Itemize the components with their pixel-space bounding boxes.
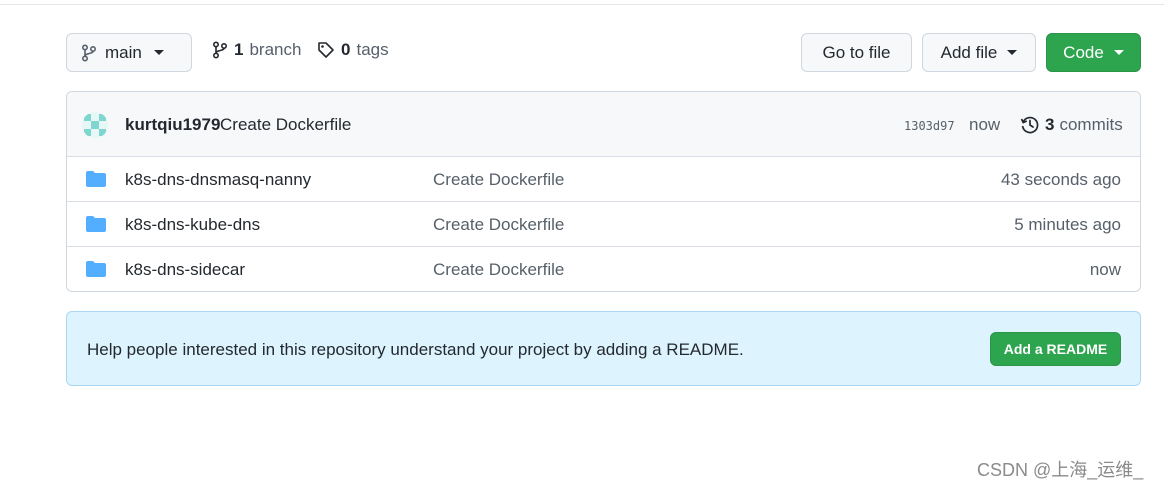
code-label: Code bbox=[1063, 42, 1104, 62]
commit-message-link[interactable]: Create Dockerfile bbox=[220, 115, 351, 135]
branch-count: 1 bbox=[234, 40, 244, 59]
git-branch-icon bbox=[212, 41, 228, 59]
file-commit-message-link[interactable]: Create Dockerfile bbox=[433, 215, 564, 235]
branch-name: main bbox=[105, 42, 142, 62]
tag-icon bbox=[318, 42, 334, 58]
git-branch-icon bbox=[81, 43, 97, 62]
commit-count: 3 bbox=[1045, 115, 1055, 134]
add-file-button[interactable]: Add file bbox=[922, 33, 1036, 72]
folder-icon bbox=[86, 171, 106, 187]
go-to-file-button[interactable]: Go to file bbox=[801, 33, 912, 72]
history-icon bbox=[1020, 116, 1039, 134]
commit-time: now bbox=[969, 115, 1001, 134]
file-commit-message-link[interactable]: Create Dockerfile bbox=[433, 260, 564, 280]
chevron-down-icon bbox=[1007, 50, 1018, 55]
folder-icon bbox=[86, 216, 106, 232]
file-commit-time: 43 seconds ago bbox=[1000, 170, 1121, 189]
tag-count: 0 bbox=[341, 40, 351, 59]
commit-sha-link[interactable]: 1303d97 bbox=[904, 119, 955, 133]
top-divider bbox=[0, 4, 1164, 5]
code-button[interactable]: Code bbox=[1046, 33, 1141, 72]
file-commit-time: now bbox=[1089, 260, 1121, 279]
file-commit-message-link[interactable]: Create Dockerfile bbox=[433, 170, 564, 190]
add-readme-button[interactable]: Add a README bbox=[990, 332, 1121, 366]
tags-link[interactable]: 0 tags bbox=[317, 40, 389, 60]
file-name-link[interactable]: k8s-dns-dnsmasq-nanny bbox=[125, 170, 311, 190]
commit-history-link[interactable]: 3 commits bbox=[1020, 115, 1123, 135]
file-row[interactable]: k8s-dns-dnsmasq-nanny Create Dockerfile … bbox=[67, 157, 1140, 202]
file-name-link[interactable]: k8s-dns-sidecar bbox=[125, 260, 245, 280]
file-commit-time: 5 minutes ago bbox=[1014, 215, 1121, 234]
file-name-link[interactable]: k8s-dns-kube-dns bbox=[125, 215, 260, 235]
readme-banner: Help people interested in this repositor… bbox=[66, 311, 1141, 386]
file-listing: kurtqiu1979 Create Dockerfile 1303d97 no… bbox=[66, 91, 1141, 292]
tag-label: tags bbox=[356, 40, 389, 59]
chevron-down-icon bbox=[1113, 50, 1124, 55]
branch-selector-button[interactable]: main bbox=[66, 33, 192, 72]
branches-link[interactable]: 1 branch bbox=[212, 40, 301, 60]
add-file-label: Add file bbox=[940, 42, 998, 62]
commit-label: commits bbox=[1059, 115, 1123, 134]
watermark: CSDN @上海_运维_ bbox=[977, 460, 1144, 480]
branch-label: branch bbox=[249, 40, 302, 59]
chevron-down-icon bbox=[153, 50, 164, 55]
avatar[interactable] bbox=[82, 112, 108, 138]
file-row[interactable]: k8s-dns-kube-dns Create Dockerfile 5 min… bbox=[67, 202, 1140, 247]
folder-icon bbox=[86, 261, 106, 277]
readme-banner-text: Help people interested in this repositor… bbox=[87, 340, 744, 359]
commit-author-link[interactable]: kurtqiu1979 bbox=[125, 115, 220, 135]
file-row[interactable]: k8s-dns-sidecar Create Dockerfile now bbox=[67, 247, 1140, 291]
latest-commit-bar: kurtqiu1979 Create Dockerfile 1303d97 no… bbox=[67, 92, 1140, 157]
